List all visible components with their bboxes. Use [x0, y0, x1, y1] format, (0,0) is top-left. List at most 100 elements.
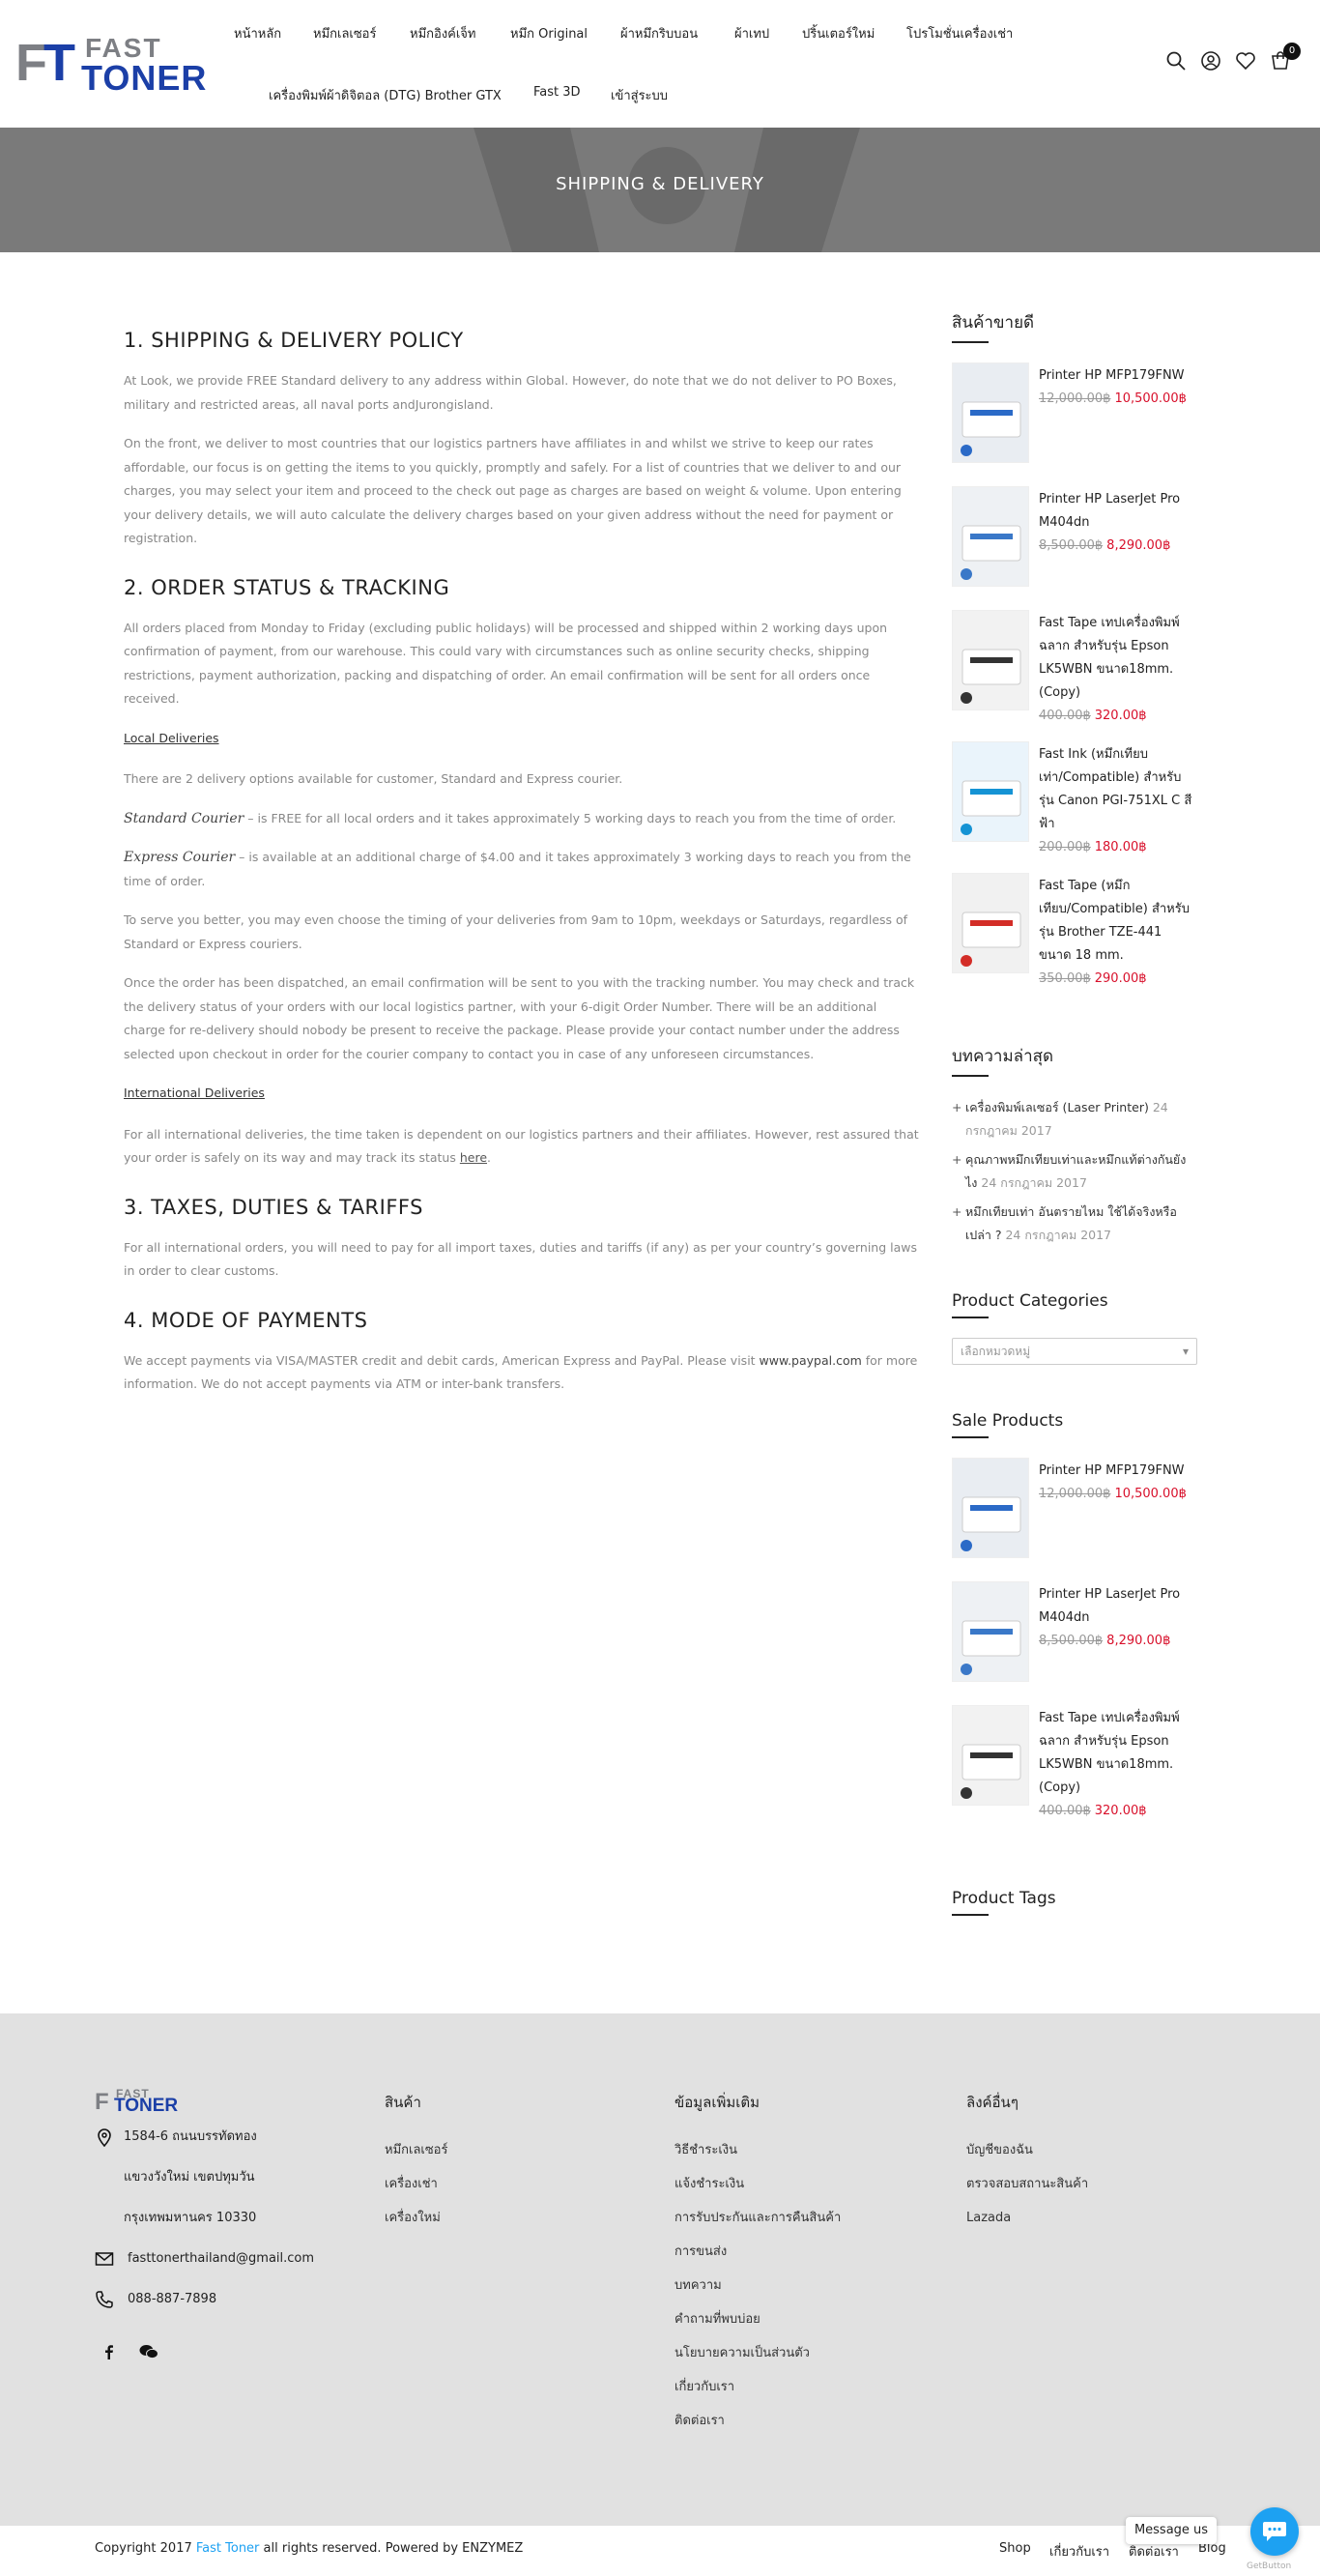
footer-link[interactable]: คำถามที่พบบ่อย [674, 2310, 841, 2344]
product-image[interactable] [953, 742, 1029, 842]
product-image[interactable] [953, 611, 1029, 710]
price-old: 8,500.00฿ [1039, 538, 1104, 553]
copyright-bar: Copyright 2017 Fast Toner all rights res… [0, 2526, 1320, 2576]
footer-link[interactable]: หมึกเลเซอร์ [385, 2141, 447, 2175]
product-item[interactable]: Printer HP LaserJet Pro M404dn 8,500.00฿ 8… [952, 486, 1197, 610]
chat-button[interactable] [1250, 2507, 1299, 2556]
product-image[interactable] [953, 363, 1029, 463]
bottom-link-shop[interactable]: Shop [999, 2541, 1031, 2556]
getbutton-credit[interactable]: GetButton [1247, 2562, 1291, 2571]
product-item[interactable]: Printer HP MFP179FNW 12,000.00฿ 10,500.00฿ [952, 362, 1197, 486]
message-us-label[interactable]: Message us [1126, 2517, 1217, 2544]
product-item[interactable]: Fast Ink (หมึกเทียบเท่า/Compatible) สำหร… [952, 741, 1197, 873]
address-line-1: 1584-6 ถนนบรรทัดทอง [124, 2129, 257, 2144]
facebook-icon[interactable] [102, 2344, 116, 2359]
nav-tape[interactable]: ผ้าเทป [734, 23, 769, 43]
product-item[interactable]: Fast Tape (หมึกเทียบ/Compatible) สำหรับร… [952, 873, 1197, 1004]
nav-original-ink[interactable]: หมึก Original [510, 23, 588, 43]
product-image[interactable] [953, 487, 1029, 587]
product-price: 400.00฿ 320.00฿ [1039, 1800, 1193, 1823]
price-old: 12,000.00฿ [1039, 1487, 1111, 1501]
footer-link[interactable]: การรับประกันและการคืนสินค้า [674, 2209, 841, 2243]
tracking-here-link[interactable]: here [460, 1150, 487, 1165]
product-image[interactable] [953, 1459, 1029, 1558]
price-new: 180.00฿ [1094, 840, 1147, 854]
nav-ribbon[interactable]: ผ้าหมึกริบบอน [620, 23, 698, 43]
paypal-link[interactable]: www.paypal.com [760, 1353, 862, 1368]
footer-link[interactable]: เครื่องใหม่ [385, 2209, 447, 2243]
product-item[interactable]: Printer HP LaserJet Pro M404dn 8,500.00฿ 8… [952, 1581, 1197, 1705]
product-name[interactable]: Fast Tape เทปเครื่องพิมพ์ฉลาก สำหรับรุ่น… [1039, 612, 1193, 705]
user-icon[interactable] [1200, 50, 1221, 72]
sale-products-list: Printer HP MFP179FNW 12,000.00฿ 10,500.00฿… [952, 1458, 1197, 1837]
product-price: 12,000.00฿ 10,500.00฿ [1039, 1483, 1193, 1506]
nav-inkjet[interactable]: หมึกอิงค์เจ็ท [410, 23, 476, 43]
product-image[interactable] [953, 1706, 1029, 1806]
product-name[interactable]: Printer HP MFP179FNW [1039, 1460, 1193, 1483]
phone-icon [96, 2291, 113, 2308]
paragraph: All orders placed from Monday to Friday … [124, 620, 888, 707]
post-title[interactable]: เครื่องพิมพ์เลเซอร์ (Laser Printer) [965, 1100, 1149, 1114]
product-name[interactable]: Printer HP LaserJet Pro M404dn [1039, 488, 1193, 535]
product-thumb[interactable] [952, 873, 1029, 973]
product-name[interactable]: Fast Tape เทปเครื่องพิมพ์ฉลาก สำหรับรุ่น… [1039, 1707, 1193, 1800]
nav-laser-toner[interactable]: หมึกเลเซอร์ [313, 23, 376, 43]
product-name[interactable]: Fast Tape (หมึกเทียบ/Compatible) สำหรับร… [1039, 875, 1193, 968]
product-name[interactable]: Printer HP MFP179FNW [1039, 364, 1193, 388]
cart-button[interactable]: 0 [1270, 43, 1301, 72]
post-item[interactable]: เครื่องพิมพ์เลเซอร์ (Laser Printer) 24 ก… [952, 1096, 1197, 1143]
product-thumb[interactable] [952, 486, 1029, 587]
category-select[interactable]: เลือกหมวดหมู่ [952, 1338, 1197, 1365]
site-logo[interactable]: FT FAST TONER [15, 33, 206, 98]
footer-col-products: สินค้า หมึกเลเซอร์ เครื่องเช่า เครื่องให… [385, 2091, 447, 2243]
footer-link[interactable]: เครื่องเช่า [385, 2175, 447, 2209]
product-name[interactable]: Fast Ink (หมึกเทียบเท่า/Compatible) สำหร… [1039, 743, 1193, 836]
footer-link[interactable]: ติดต่อเรา [674, 2412, 841, 2446]
nav-fast-3d[interactable]: Fast 3D [533, 85, 581, 100]
product-info: Fast Tape เทปเครื่องพิมพ์ฉลาก สำหรับรุ่น… [1039, 612, 1193, 728]
bottom-link-contact[interactable]: ติดต่อเรา [1129, 2541, 1179, 2562]
nav-new-printers[interactable]: ปริ้นเตอร์ใหม่ [802, 23, 875, 43]
product-item[interactable]: Printer HP MFP179FNW 12,000.00฿ 10,500.00฿ [952, 1458, 1197, 1581]
post-item[interactable]: หมึกเทียบเท่า อันตรายไหม ใช้ได้จริงหรือเ… [952, 1201, 1197, 1247]
product-item[interactable]: Fast Tape เทปเครื่องพิมพ์ฉลาก สำหรับรุ่น… [952, 610, 1197, 741]
product-price: 12,000.00฿ 10,500.00฿ [1039, 388, 1193, 411]
footer-link[interactable]: บัญชีของฉัน [966, 2141, 1088, 2175]
footer-link[interactable]: แจ้งชำระเงิน [674, 2175, 841, 2209]
product-thumb[interactable] [952, 610, 1029, 710]
footer-link[interactable]: วิธีชำระเงิน [674, 2141, 841, 2175]
footer-link[interactable]: ตรวจสอบสถานะสินค้า [966, 2175, 1088, 2209]
address-row: 1584-6 ถนนบรรทัดทอง [95, 2127, 365, 2168]
nav-home[interactable]: หน้าหลัก [234, 23, 281, 43]
product-thumb[interactable] [952, 1705, 1029, 1806]
footer-link[interactable]: การขนส่ง [674, 2243, 841, 2276]
search-icon[interactable] [1165, 50, 1187, 72]
post-item[interactable]: คุณภาพหมึกเทียบเท่าและหมึกแท้ต่างกันยังไ… [952, 1148, 1197, 1195]
footer-link[interactable]: นโยบายความเป็นส่วนตัว [674, 2344, 841, 2378]
product-thumb[interactable] [952, 741, 1029, 842]
bottom-link-about[interactable]: เกี่ยวกับเรา [1049, 2541, 1109, 2562]
footer-link[interactable]: เกี่ยวกับเรา [674, 2378, 841, 2412]
address-row: กรุงเทพมหานคร 10330 [95, 2209, 365, 2249]
email-link[interactable]: fasttonerthailand@gmail.com [128, 2249, 314, 2269]
product-image[interactable] [953, 1582, 1029, 1682]
product-thumb[interactable] [952, 1458, 1029, 1558]
brand-link[interactable]: Fast Toner [196, 2541, 260, 2556]
product-name[interactable]: Printer HP LaserJet Pro M404dn [1039, 1583, 1193, 1630]
wechat-icon[interactable] [139, 2344, 158, 2359]
footer-link[interactable]: บทความ [674, 2276, 841, 2310]
product-thumb[interactable] [952, 362, 1029, 463]
product-thumb[interactable] [952, 1581, 1029, 1682]
product-image[interactable] [953, 874, 1029, 973]
nav-dtg-printer[interactable]: เครื่องพิมพ์ผ้าดิจิตอล (DTG) Brother GTX [269, 85, 502, 105]
section-heading: 4. MODE OF PAYMENTS [124, 1308, 368, 1332]
footer-link[interactable]: Lazada [966, 2209, 1088, 2243]
nav-login[interactable]: เข้าสู่ระบบ [611, 85, 668, 105]
phone-link[interactable]: 088-887-7898 [128, 2290, 216, 2309]
nav-rental-promo[interactable]: โปรโมชั่นเครื่องเช่า [906, 23, 1013, 43]
product-item[interactable]: Fast Tape เทปเครื่องพิมพ์ฉลาก สำหรับรุ่น… [952, 1705, 1197, 1837]
site-header: FT FAST TONER หน้าหลัก หมึกเลเซอร์ หมึกอ… [0, 0, 1320, 128]
product-tags-title: Product Tags [952, 1889, 1197, 1916]
heart-icon[interactable] [1235, 50, 1256, 72]
footer-logo[interactable]: F FAST TONER [95, 2087, 191, 2116]
